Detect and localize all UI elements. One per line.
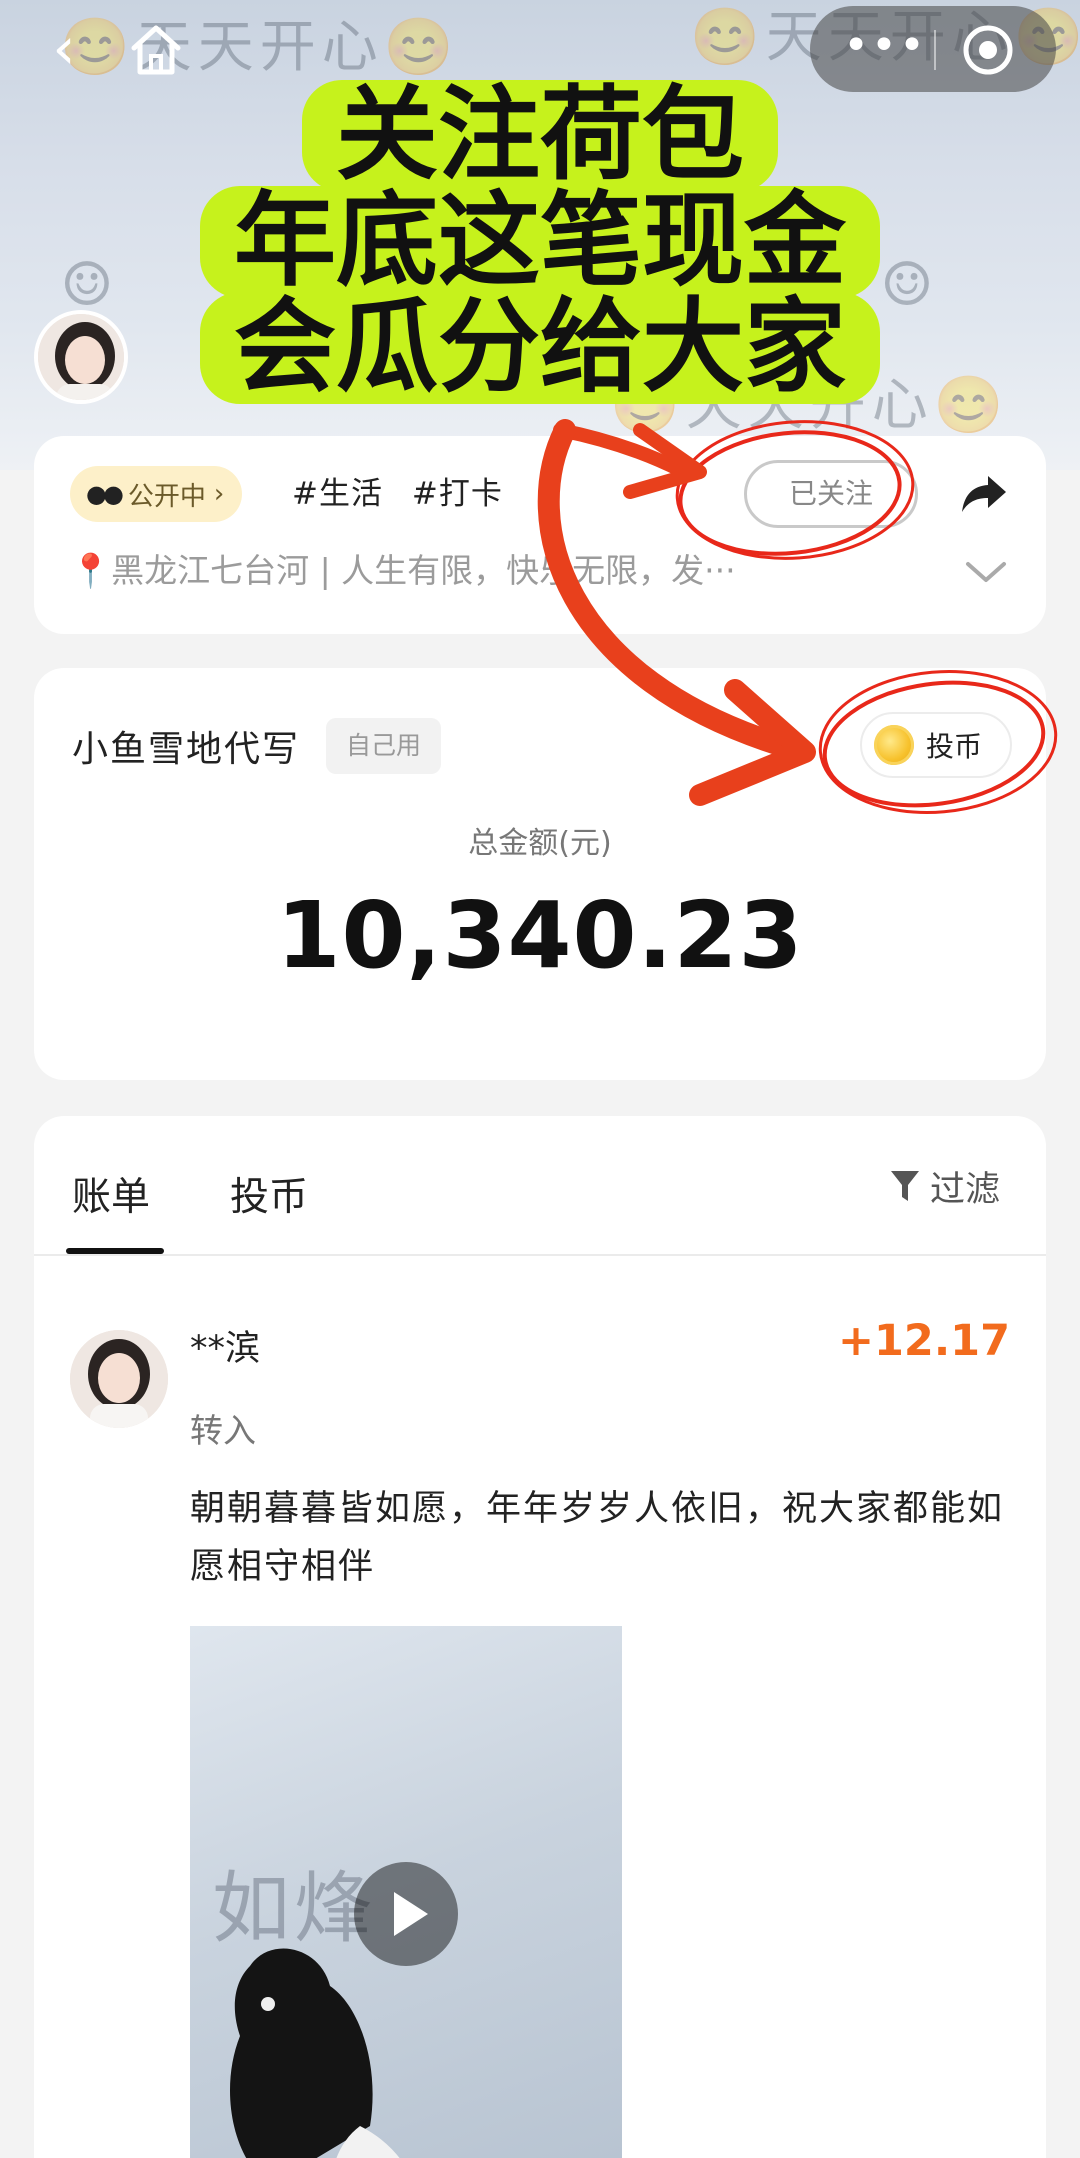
coin-icon (874, 725, 914, 765)
tag-checkin[interactable]: #打卡 (412, 476, 503, 512)
total-amount: 10,340.23 (276, 882, 804, 989)
eyes-icon: ●● (86, 480, 124, 508)
chevron-down-icon[interactable] (964, 552, 1008, 592)
follow-button[interactable]: 已关注 (744, 460, 918, 528)
chevron-left-icon[interactable]: ‹ (34, 18, 94, 78)
ledger-card: 账单 投币 过滤 **滨 +12.17 转入 朝朝暮暮皆如愿，年年岁岁人依旧，祝… (34, 1116, 1046, 2158)
coin-button[interactable]: 投币 (860, 712, 1012, 778)
promo-line-2: 年底这笔现金 (200, 186, 880, 298)
coin-button-label: 投币 (926, 730, 983, 763)
target-icon[interactable] (960, 22, 1016, 78)
video-thumbnail[interactable]: 如烽 (190, 1626, 622, 2158)
tag-life[interactable]: #生活 (292, 476, 383, 512)
status-label: 公开中 (127, 481, 206, 512)
transaction-type: 转入 (190, 1411, 256, 1450)
avatar[interactable] (70, 1330, 168, 1428)
divider (34, 1254, 1046, 1256)
location-text: 📍黑龙江七台河 | 人生有限，快乐无限，发··· (70, 551, 736, 590)
banner-doodle-top: 😊天天开心😊 (60, 15, 460, 80)
filter-icon (891, 1171, 919, 1201)
promo-line-1: 关注荷包 (302, 80, 778, 192)
header-banner: 😊天天开心😊 😊天天开心😊 😊天天开心😊 ☺ ☺ ‹ ••• 关注荷包 年底这笔… (0, 0, 1080, 470)
promo-overlay: 关注荷包 年底这笔现金 会瓜分给大家 (0, 80, 1080, 404)
tag-list: #生活 #打卡 (292, 466, 521, 522)
total-label: 总金额(元) (468, 826, 612, 861)
balance-card: 小鱼雪地代写 自己用 投币 总金额(元) 10,340.23 (34, 668, 1046, 1080)
transaction-name: **滨 (190, 1329, 261, 1369)
avatar[interactable] (34, 310, 128, 404)
filter-button[interactable]: 过滤 (890, 1160, 1000, 1212)
tab-bills[interactable]: 账单 (72, 1166, 150, 1222)
transaction-amount: +12.17 (837, 1316, 1010, 1366)
pocket-name: 小鱼雪地代写 (72, 729, 301, 770)
chevron-right-icon: › (213, 479, 225, 509)
home-icon[interactable] (126, 20, 186, 80)
status-badge[interactable]: ●● 公开中 › (70, 466, 243, 522)
capsule-divider (934, 30, 936, 70)
share-icon[interactable] (958, 470, 1010, 518)
transaction-message: 朝朝暮暮皆如愿，年年岁岁人依旧，祝大家都能如愿相守相伴 (190, 1489, 1005, 1587)
tab-coins[interactable]: 投币 (230, 1166, 308, 1222)
avatar-portrait (70, 1330, 168, 1428)
promo-line-3: 会瓜分给大家 (200, 292, 880, 404)
play-icon[interactable] (354, 1862, 458, 1966)
filter-label: 过滤 (930, 1169, 1001, 1210)
info-card: ●● 公开中 › #生活 #打卡 已关注 📍黑龙江七台河 | 人生有限，快乐无限… (34, 436, 1046, 634)
usage-badge: 自己用 (326, 718, 442, 774)
